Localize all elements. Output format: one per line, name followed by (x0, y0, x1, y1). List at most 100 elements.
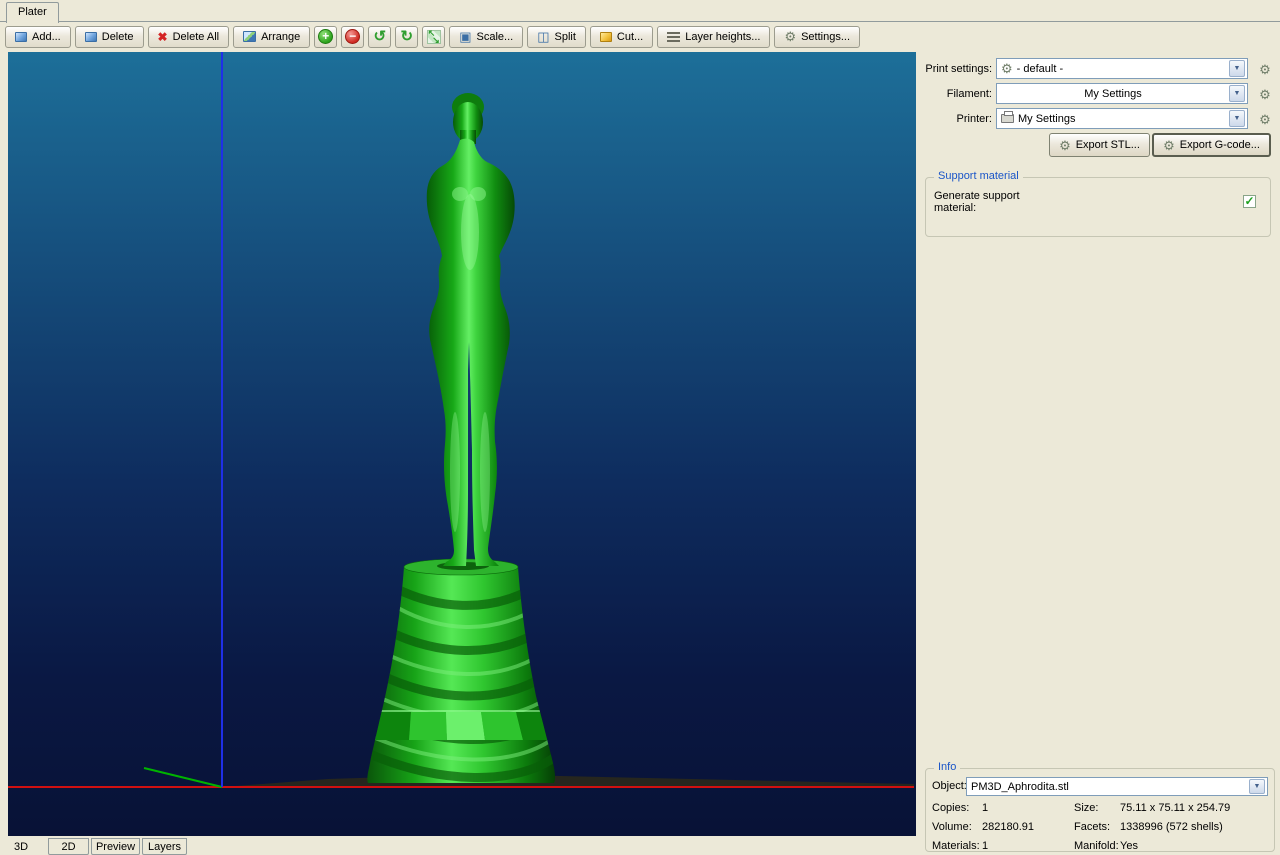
support-material-group: Support material Generate support materi… (925, 170, 1271, 237)
settings-button[interactable]: ⚙ Settings... (774, 25, 861, 48)
statue-model[interactable] (426, 93, 515, 567)
split-icon: ◫ (537, 29, 550, 44)
export-gcode-button[interactable]: ⚙ Export G-code... (1152, 133, 1271, 157)
cut-button[interactable]: Cut... (589, 25, 654, 48)
view-tab-layers-label: Layers (147, 840, 182, 853)
materials-value: 1 (982, 840, 989, 852)
print-settings-label: Print settings: (925, 63, 992, 75)
rotate-cw-button[interactable]: ↻ (395, 25, 419, 48)
printer-config-button[interactable]: ⚙ (1256, 110, 1274, 128)
fewer-copies-button[interactable]: − (341, 25, 365, 48)
layer-heights-button-label: Layer heights... (685, 30, 761, 43)
rotate-ccw-button[interactable]: ↺ (368, 25, 392, 48)
tab-plater[interactable]: Plater (6, 2, 59, 23)
scale-button[interactable]: ▣ Scale... (449, 25, 524, 48)
notebook-tabstrip (0, 0, 1280, 22)
object-label: Object: (932, 780, 967, 792)
rotate-cw-icon: ↻ (400, 27, 414, 45)
view-tab-preview-label: Preview (95, 840, 136, 853)
rotate-ccw-icon: ↺ (373, 27, 387, 45)
view-tab-layers[interactable]: Layers (142, 838, 187, 855)
viewport-canvas[interactable] (8, 52, 916, 836)
size-label: Size: (1074, 802, 1099, 814)
generate-support-checkbox[interactable]: ✓ (1243, 195, 1256, 208)
delete-button[interactable]: Delete (74, 25, 144, 48)
view-tab-3d[interactable]: 3D (14, 841, 28, 853)
arrange-button-label: Arrange (261, 30, 301, 43)
print-settings-config-button[interactable]: ⚙ (1256, 60, 1274, 78)
delete-all-button-label: Delete All (172, 30, 220, 43)
statue-pedestal[interactable] (367, 558, 559, 783)
print-settings-select[interactable]: ⚙ - default - ▼ (996, 58, 1248, 79)
arrange-icon (243, 31, 257, 42)
view-tab-2d[interactable]: 2D (48, 838, 89, 855)
info-group: Info Object: PM3D_Aphrodita.stl ▼ Copies… (925, 761, 1275, 852)
manifold-label: Manifold: (1074, 840, 1119, 852)
split-button-label: Split (554, 30, 576, 43)
layer-heights-button[interactable]: Layer heights... (657, 25, 771, 48)
arrow-se-icon: ↘ (432, 34, 440, 45)
generate-support-label: Generate support material: (934, 190, 1020, 214)
export-stl-button[interactable]: ⚙ Export STL... (1049, 133, 1150, 157)
add-button[interactable]: Add... (5, 25, 71, 48)
layer-heights-icon (667, 31, 681, 42)
cut-icon (599, 31, 612, 42)
arrange-button[interactable]: Arrange (233, 25, 311, 48)
cut-button-label: Cut... (616, 30, 644, 43)
viewport-3d[interactable] (8, 52, 916, 836)
scale-arrows-icon: ↖ ↘ (426, 28, 441, 45)
copies-value: 1 (982, 802, 989, 814)
gear-icon: ⚙ (1059, 137, 1071, 153)
gear-icon: ⚙ (1259, 111, 1271, 127)
scale-icon: ▣ (459, 29, 472, 44)
filament-value: My Settings (1084, 87, 1142, 100)
gear-icon: ⚙ (1163, 137, 1175, 153)
view-tab-preview[interactable]: Preview (91, 838, 140, 855)
delete-all-button[interactable]: ✖ Delete All (147, 25, 230, 48)
chevron-down-icon[interactable]: ▼ (1229, 60, 1245, 77)
support-material-title: Support material (934, 170, 1023, 182)
toolbar: Add... Delete ✖ Delete All Arrange + − ↺… (5, 25, 861, 48)
facets-label: Facets: (1074, 821, 1111, 833)
plus-circle-icon: + (318, 29, 334, 44)
info-title: Info (934, 761, 961, 773)
preset-gear-icon: ⚙ (1001, 61, 1013, 76)
filament-label: Filament: (946, 88, 992, 100)
printer-icon (1001, 111, 1014, 123)
gear-icon: ⚙ (784, 29, 797, 44)
print-bed (222, 774, 914, 788)
minus-circle-icon: − (345, 29, 361, 44)
object-select[interactable]: PM3D_Aphrodita.stl ▼ (966, 777, 1268, 796)
delete-object-icon (84, 31, 97, 42)
printer-select[interactable]: My Settings ▼ (996, 108, 1248, 129)
export-stl-label: Export STL... (1075, 139, 1140, 151)
scale-uniform-button[interactable]: ↖ ↘ (422, 25, 446, 48)
view-tab-2d-label: 2D (61, 840, 76, 853)
print-settings-value: - default - (1016, 62, 1064, 75)
more-copies-button[interactable]: + (314, 25, 338, 48)
scale-button-label: Scale... (476, 30, 514, 43)
filament-config-button[interactable]: ⚙ (1256, 85, 1274, 103)
settings-button-label: Settings... (801, 30, 851, 43)
size-value: 75.11 x 75.11 x 254.79 (1120, 802, 1231, 814)
gear-icon: ⚙ (1259, 61, 1271, 77)
gear-icon: ⚙ (1259, 86, 1271, 102)
delete-all-icon: ✖ (157, 29, 168, 44)
filament-select[interactable]: My Settings ▼ (996, 83, 1248, 104)
chevron-down-icon[interactable]: ▼ (1229, 85, 1245, 102)
tab-plater-label: Plater (18, 6, 47, 18)
manifold-value: Yes (1120, 840, 1138, 852)
chevron-down-icon[interactable]: ▼ (1229, 110, 1245, 127)
add-button-label: Add... (32, 30, 61, 43)
axis-y-line (143, 767, 223, 788)
volume-label: Volume: (932, 821, 972, 833)
printer-value: My Settings (1018, 112, 1076, 125)
object-value: PM3D_Aphrodita.stl (971, 780, 1069, 793)
materials-label: Materials: (932, 840, 980, 852)
export-gcode-label: Export G-code... (1179, 139, 1260, 151)
chevron-down-icon[interactable]: ▼ (1249, 779, 1265, 794)
split-button[interactable]: ◫ Split (527, 25, 586, 48)
copies-label: Copies: (932, 802, 970, 814)
volume-value: 282180.91 (982, 821, 1034, 833)
delete-button-label: Delete (101, 30, 134, 43)
